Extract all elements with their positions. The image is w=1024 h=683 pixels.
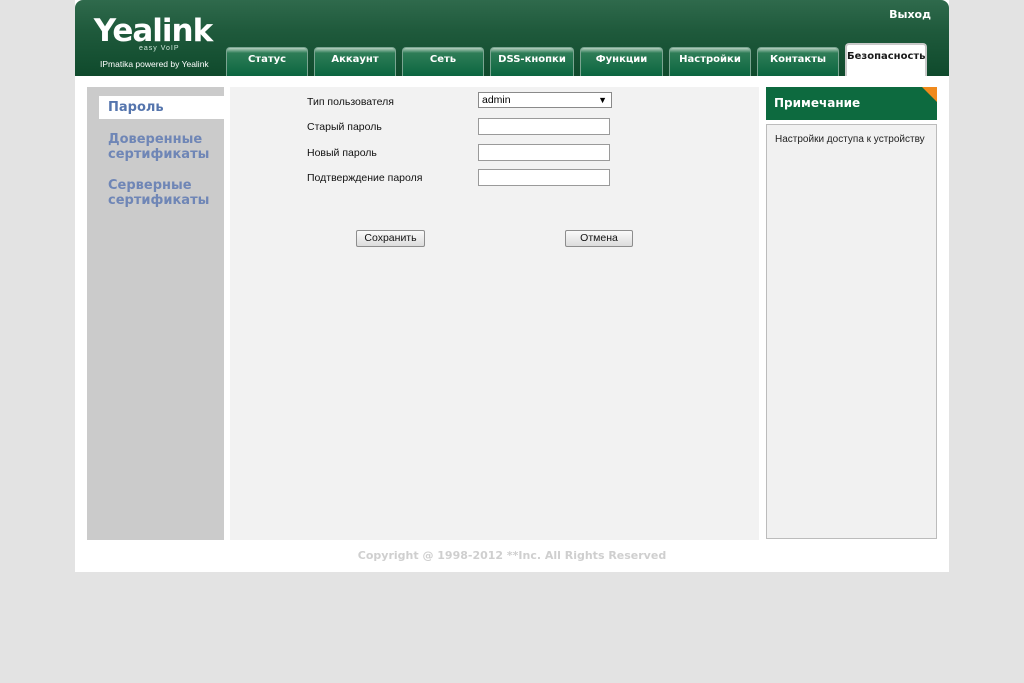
confirm-password-label: Подтверждение пароля	[307, 172, 423, 184]
tab-network[interactable]: Сеть	[402, 47, 484, 76]
logo-tagline: IPmatika powered by Yealink	[100, 59, 209, 69]
tab-security[interactable]: Безопасность	[845, 43, 927, 76]
logout-link[interactable]: Выход	[889, 8, 931, 21]
sidebar-item-password[interactable]: Пароль	[99, 96, 224, 119]
tab-features[interactable]: Функции	[580, 47, 663, 76]
sidebar-item-trusted-certificates[interactable]: Доверенные сертификаты	[108, 132, 224, 162]
new-password-label: Новый пароль	[307, 147, 377, 159]
tab-account[interactable]: Аккаунт	[314, 47, 396, 76]
main-tabs: Статус Аккаунт Сеть DSS-кнопки Функции Н…	[226, 43, 946, 76]
logo-text: Yealink	[93, 13, 213, 49]
user-type-label: Тип пользователя	[307, 96, 394, 108]
yealink-logo: Yealink easy VoIP IPmatika powered by Ye…	[93, 14, 213, 72]
note-text: Настройки доступа к устройству	[775, 134, 925, 145]
tab-dss-keys[interactable]: DSS-кнопки	[490, 47, 574, 76]
old-password-field[interactable]	[478, 118, 610, 135]
tab-status[interactable]: Статус	[226, 47, 308, 76]
cancel-button[interactable]: Отмена	[565, 230, 633, 247]
note-title: Примечание	[766, 87, 937, 120]
tab-contacts[interactable]: Контакты	[757, 47, 839, 76]
chevron-down-icon: ▼	[598, 95, 607, 105]
save-button[interactable]: Сохранить	[356, 230, 425, 247]
sidebar: Пароль Доверенные сертификаты Серверные …	[87, 87, 224, 540]
user-type-value: admin	[482, 94, 511, 106]
old-password-label: Старый пароль	[307, 121, 382, 133]
header: Yealink easy VoIP IPmatika powered by Ye…	[75, 0, 949, 76]
confirm-password-field[interactable]	[478, 169, 610, 186]
password-form-panel: Тип пользователя admin ▼ Старый пароль Н…	[230, 87, 759, 540]
sidebar-item-server-certificates[interactable]: Серверные сертификаты	[108, 178, 224, 208]
logo-subtitle: easy VoIP	[139, 45, 180, 52]
tab-settings[interactable]: Настройки	[669, 47, 751, 76]
app-frame: Yealink easy VoIP IPmatika powered by Ye…	[75, 0, 949, 572]
new-password-field[interactable]	[478, 144, 610, 161]
note-corner-flag	[922, 87, 937, 102]
user-type-select[interactable]: admin ▼	[478, 92, 612, 108]
note-panel: Примечание Настройки доступа к устройств…	[766, 87, 937, 540]
note-body: Настройки доступа к устройству	[766, 124, 937, 539]
copyright-text: Copyright @ 1998-2012 **Inc. All Rights …	[357, 549, 667, 562]
